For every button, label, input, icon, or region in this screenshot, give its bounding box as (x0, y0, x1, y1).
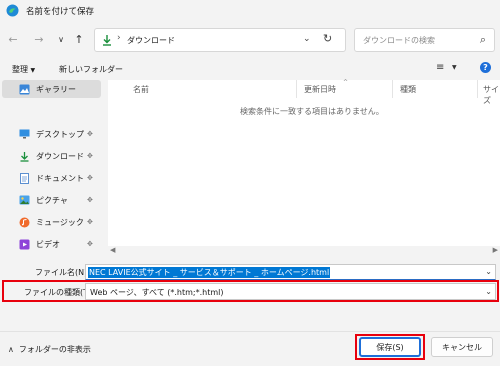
pin-icon[interactable]: ✥ (87, 152, 93, 160)
recent-chevron-icon[interactable]: ∨ (54, 32, 68, 46)
document-icon (18, 172, 30, 184)
caret-down-icon: ▼ (30, 67, 36, 74)
sidebar-item-label: ミュージック (36, 217, 84, 227)
column-header-date[interactable]: 更新日時 (304, 84, 336, 95)
download-icon (103, 35, 111, 46)
column-header-size[interactable]: サイズ (483, 84, 500, 106)
sidebar-item-label: デスクトップ (36, 129, 84, 139)
sidebar-item-music[interactable]: ミュージック (18, 215, 84, 229)
video-icon (18, 238, 30, 250)
organize-label: 整理 (12, 65, 28, 74)
help-icon[interactable]: ? (480, 62, 491, 73)
music-icon (18, 216, 30, 228)
column-divider[interactable] (392, 80, 393, 98)
hide-folders-toggle[interactable]: ∧ フォルダーの非表示 (8, 344, 91, 355)
sort-caret-icon: ^ (343, 79, 349, 86)
search-icon[interactable]: ⌕ (480, 33, 486, 47)
sidebar-item-label: ドキュメント (36, 173, 84, 183)
new-folder-button[interactable]: 新しいフォルダー (59, 64, 123, 75)
navigation-bar: ← → ∨ ↑ › ダウンロード ⌄ ↻ ダウンロードの検索 ⌕ (0, 22, 500, 58)
pin-icon[interactable]: ✥ (87, 218, 93, 226)
sidebar-item-pictures[interactable]: ピクチャ (18, 193, 68, 207)
cancel-button[interactable]: キャンセル (431, 337, 493, 357)
pin-icon[interactable]: ✥ (87, 196, 93, 204)
sidebar-item-label: ダウンロード (36, 151, 84, 161)
breadcrumb-path[interactable]: ダウンロード (127, 35, 175, 46)
view-options-icon[interactable]: ≡ (436, 62, 444, 73)
desktop-icon (18, 128, 30, 140)
download-icon (18, 150, 30, 162)
sidebar-item-downloads[interactable]: ダウンロード (18, 149, 84, 163)
forward-arrow-icon[interactable]: → (32, 32, 46, 46)
scroll-left-icon[interactable]: ◀ (110, 246, 115, 254)
back-arrow-icon[interactable]: ← (6, 32, 20, 46)
sidebar-item-label: ピクチャ (36, 195, 68, 205)
empty-message: 検索条件に一致する項目はありません。 (240, 107, 384, 116)
sidebar-item-label: ギャラリー (36, 84, 76, 94)
search-box[interactable]: ダウンロードの検索 ⌕ (354, 28, 495, 52)
view-caret-icon[interactable]: ▼ (452, 64, 457, 71)
navigation-pane: ギャラリー デスクトップ ✥ ダウンロード ✥ ドキュメント ✥ ピクチャ ✥ … (0, 80, 105, 256)
hide-folders-label: フォルダーの非表示 (18, 345, 91, 354)
sidebar-item-gallery-content: ギャラリー (18, 82, 76, 96)
column-divider[interactable] (477, 80, 478, 98)
sidebar-item-videos[interactable]: ビデオ (18, 237, 60, 251)
filename-input[interactable]: NEC LAVIE公式サイト _ サービス＆サポート _ ホームページ.html… (85, 264, 496, 280)
column-divider[interactable] (296, 80, 297, 98)
save-highlight-box (355, 334, 425, 360)
chevron-up-icon: ∧ (8, 345, 14, 354)
organize-menu[interactable]: 整理 ▼ (12, 64, 35, 75)
command-toolbar: 整理 ▼ 新しいフォルダー ≡ ▼ (0, 58, 500, 80)
sidebar-item-desktop[interactable]: デスクトップ (18, 127, 84, 141)
sidebar-item-label: ビデオ (36, 239, 60, 249)
search-placeholder: ダウンロードの検索 (363, 36, 435, 45)
file-list[interactable]: 名前 ^ 更新日時 種類 サイズ 検索条件に一致する項目はありません。 (108, 79, 500, 256)
pin-icon[interactable]: ✥ (87, 240, 93, 248)
title-bar: 名前を付けて保存 (0, 0, 500, 22)
picture-icon (18, 194, 30, 206)
up-arrow-icon[interactable]: ↑ (72, 32, 86, 46)
sidebar-item-documents[interactable]: ドキュメント (18, 171, 84, 185)
pin-icon[interactable]: ✥ (87, 130, 93, 138)
address-bar[interactable]: › ダウンロード ⌄ ↻ (94, 28, 346, 52)
filename-value[interactable]: NEC LAVIE公式サイト _ サービス＆サポート _ ホームページ.html (88, 267, 331, 278)
address-dropdown-icon[interactable]: ⌄ (303, 34, 311, 44)
refresh-icon[interactable]: ↻ (323, 32, 332, 45)
column-header-name[interactable]: 名前 (133, 84, 149, 95)
window-title: 名前を付けて保存 (26, 7, 95, 17)
filename-label: ファイル名(N): (35, 268, 90, 277)
breadcrumb-separator-icon: › (117, 33, 121, 43)
edge-icon (6, 4, 19, 17)
filename-dropdown-icon[interactable]: ⌄ (485, 267, 492, 276)
pin-icon[interactable]: ✥ (87, 174, 93, 182)
gallery-icon (18, 83, 30, 95)
scroll-right-icon[interactable]: ▶ (493, 246, 498, 254)
horizontal-scrollbar[interactable]: ◀ ▶ (108, 246, 500, 256)
column-header-type[interactable]: 種類 (400, 84, 416, 95)
filetype-highlight-box (2, 280, 499, 302)
